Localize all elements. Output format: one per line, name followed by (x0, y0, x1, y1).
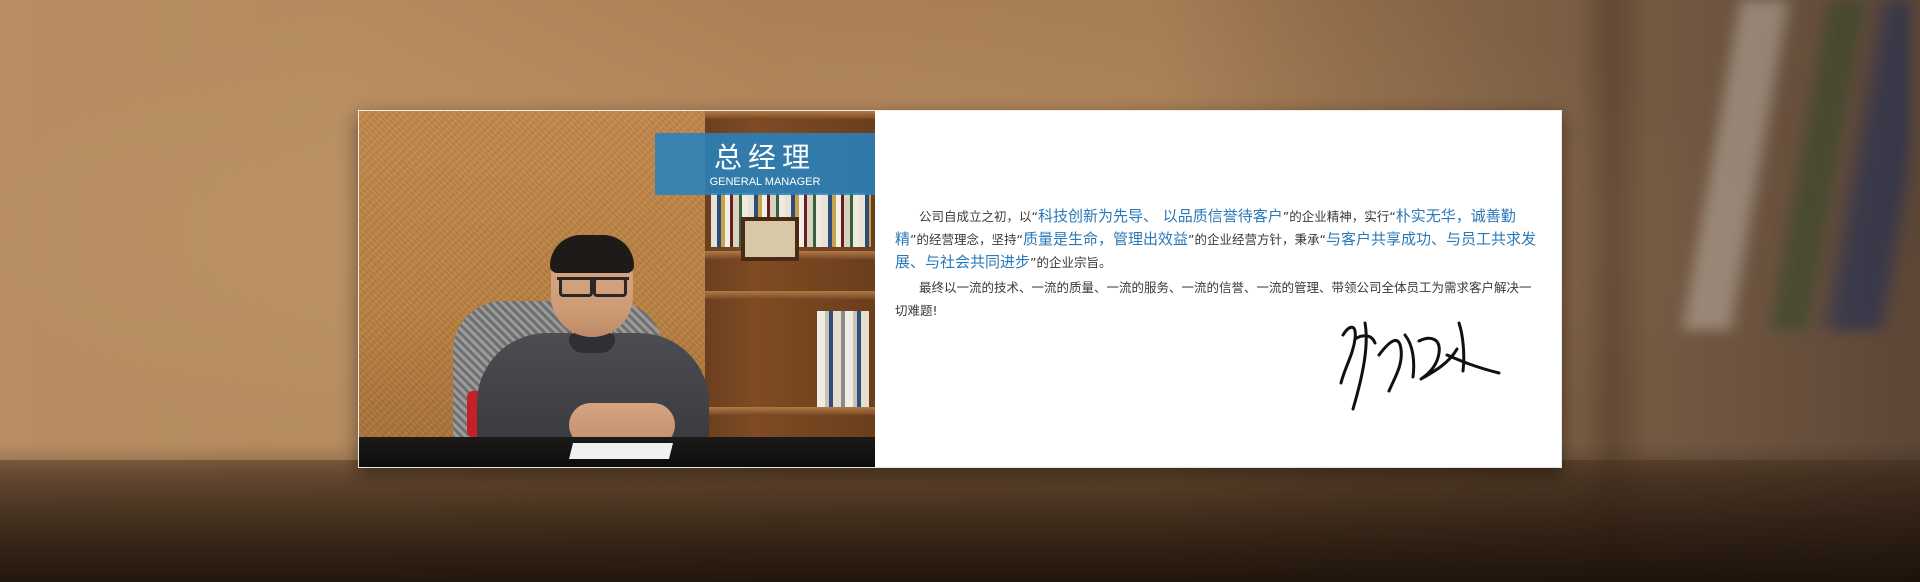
page-title: 总经理 (713, 141, 816, 174)
title-badge: 总经理 GENERAL MANAGER (655, 133, 875, 195)
manager-photo: 总经理 GENERAL MANAGER (359, 111, 875, 467)
background-books (1610, 0, 1910, 330)
text-segment: ”的企业经营方针，秉承“ (1187, 232, 1326, 247)
text-segment: ”的企业宗旨。 (1030, 255, 1112, 270)
page-subtitle: GENERAL MANAGER (709, 176, 821, 188)
handwritten-signature (1339, 321, 1501, 411)
background-table (0, 460, 1920, 582)
text-segment: ”的经营理念，坚持“ (910, 232, 1023, 247)
highlight-policy: 质量是生命，管理出效益 (1022, 230, 1188, 248)
paragraph-philosophy: 公司自成立之初，以“科技创新为先导、 以品质信誉待客户”的企业精神，实行“朴实无… (895, 205, 1537, 274)
text-segment: 公司自成立之初，以“ (919, 209, 1038, 224)
message-content: 公司自成立之初，以“科技创新为先导、 以品质信誉待客户”的企业精神，实行“朴实无… (875, 111, 1561, 467)
highlight-spirit: 科技创新为先导、 以品质信誉待客户 (1037, 207, 1283, 225)
manager-panel: 总经理 GENERAL MANAGER 公司自成立之初，以“科技创新为先导、 以… (358, 110, 1562, 468)
text-segment: ”的企业精神，实行“ (1282, 209, 1396, 224)
